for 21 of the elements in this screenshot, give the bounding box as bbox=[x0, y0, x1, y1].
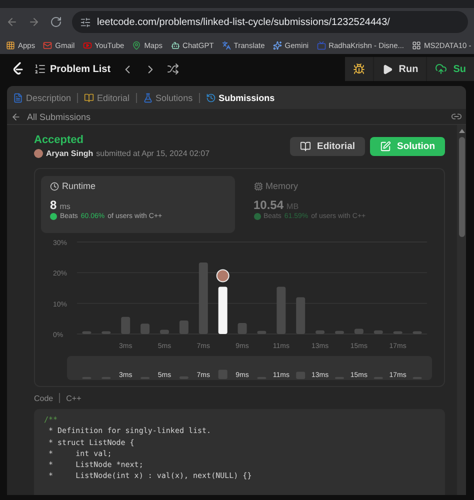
author-name[interactable]: Aryan Singh bbox=[46, 149, 94, 158]
tab[interactable]: Solutions bbox=[142, 92, 193, 102]
metric-value: 8 bbox=[50, 198, 57, 212]
url-text: leetcode.com/problems/linked-list-cycle/submissions/1232524443/ bbox=[97, 16, 390, 28]
submitted-time: submitted at Apr 15, 2024 02:07 bbox=[96, 149, 210, 158]
run-button[interactable]: Run bbox=[374, 57, 426, 81]
all-submissions-link[interactable]: All Submissions bbox=[11, 112, 91, 122]
tab[interactable]: Submissions bbox=[206, 92, 275, 102]
tab[interactable]: Description bbox=[13, 92, 72, 102]
metric-label: Runtime bbox=[62, 181, 96, 191]
language-label: C++ bbox=[66, 394, 82, 402]
metric-value: 10.54 bbox=[254, 198, 284, 212]
address-bar[interactable]: leetcode.com/problems/linked-list-cycle/submissions/1232524443/ bbox=[72, 11, 468, 33]
tab[interactable]: Editorial bbox=[84, 92, 130, 102]
code-label: Code bbox=[34, 394, 54, 402]
problem-list-button[interactable]: Problem List bbox=[34, 63, 111, 75]
metric-label: Memory bbox=[266, 181, 298, 191]
submit-button[interactable]: Su bbox=[427, 57, 474, 81]
status-text: Accepted bbox=[34, 134, 85, 146]
editorial-button[interactable]: Editorial bbox=[290, 137, 365, 156]
metric-unit: ms bbox=[60, 202, 70, 211]
